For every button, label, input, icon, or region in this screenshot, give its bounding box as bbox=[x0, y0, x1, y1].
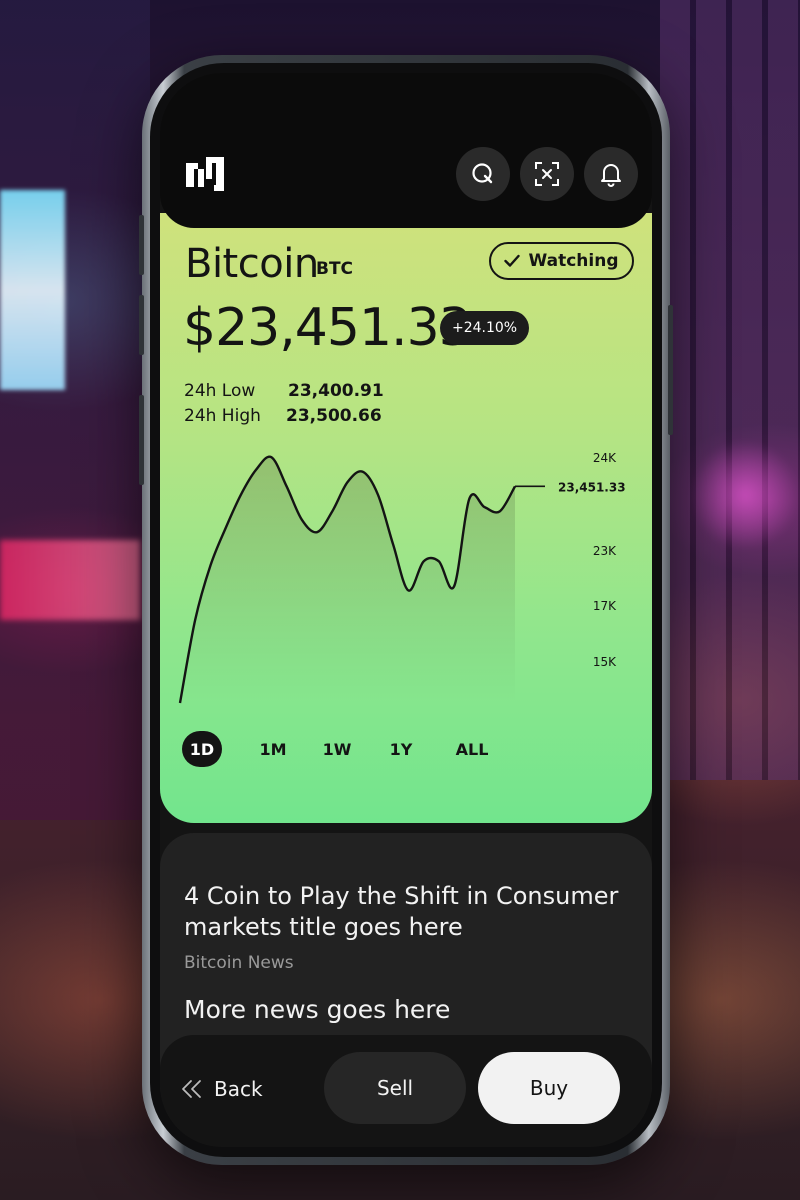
chart-area-fill bbox=[180, 456, 515, 703]
news-source: Bitcoin News bbox=[184, 953, 294, 973]
background-neon-sign bbox=[0, 540, 140, 620]
search-icon bbox=[472, 163, 493, 184]
buy-button[interactable]: Buy bbox=[478, 1052, 620, 1124]
time-range-selector: 1D 1M 1W 1Y ALL bbox=[182, 731, 492, 767]
watching-label: Watching bbox=[528, 251, 619, 271]
background-billboard bbox=[0, 190, 65, 390]
check-icon bbox=[504, 254, 521, 267]
range-tab-1y[interactable]: 1Y bbox=[388, 731, 414, 767]
watching-button[interactable]: Watching bbox=[489, 242, 634, 280]
news-headline[interactable]: 4 Coin to Play the Shift in Consumer mar… bbox=[184, 881, 624, 943]
range-tab-1w[interactable]: 1W bbox=[323, 731, 352, 767]
bell-icon bbox=[601, 164, 621, 187]
range-tab-all[interactable]: ALL bbox=[452, 731, 492, 767]
app-screen: Bitcoin BTC Watching $23,451.33 +24.10% … bbox=[160, 73, 652, 1147]
background-building-right bbox=[660, 0, 800, 780]
current-price-label: 23,451.33 bbox=[558, 480, 626, 494]
low-value: 23,400.91 bbox=[288, 381, 384, 401]
back-button[interactable]: Back bbox=[180, 1077, 263, 1101]
phone-frame: Bitcoin BTC Watching $23,451.33 +24.10% … bbox=[139, 55, 673, 1165]
coin-ticker: BTC bbox=[316, 259, 354, 279]
double-chevron-left-icon bbox=[182, 1080, 201, 1098]
y-tick-label: 17K bbox=[593, 599, 617, 613]
scan-icon bbox=[535, 162, 559, 186]
range-tab-1d[interactable]: 1D bbox=[182, 731, 222, 767]
side-button bbox=[139, 295, 144, 355]
background-building-left bbox=[0, 0, 150, 820]
y-tick-label: 15K bbox=[593, 655, 617, 669]
side-button bbox=[139, 395, 144, 485]
top-bar bbox=[160, 73, 652, 228]
scan-button[interactable] bbox=[520, 147, 574, 201]
low-label: 24h Low bbox=[184, 381, 256, 401]
side-button bbox=[139, 215, 144, 275]
y-tick-label: 23K bbox=[593, 544, 617, 558]
background-neon-glow bbox=[690, 440, 800, 550]
high-label: 24h High bbox=[184, 406, 261, 426]
y-tick-label: 24K bbox=[593, 451, 617, 465]
range-tab-1m[interactable]: 1M bbox=[259, 731, 286, 767]
app-logo-icon bbox=[186, 157, 224, 191]
back-label: Back bbox=[214, 1077, 263, 1101]
more-news-link[interactable]: More news goes here bbox=[184, 995, 450, 1024]
price-chart: 23,451.33 24K 23K 17K 15K bbox=[178, 451, 626, 704]
coin-price: $23,451.33 bbox=[183, 298, 472, 358]
power-button bbox=[668, 305, 673, 435]
high-value: 23,500.66 bbox=[286, 406, 382, 426]
search-button[interactable] bbox=[456, 147, 510, 201]
coin-name: Bitcoin bbox=[185, 241, 319, 287]
sell-button[interactable]: Sell bbox=[324, 1052, 466, 1124]
notifications-button[interactable] bbox=[584, 147, 638, 201]
price-change-badge: +24.10% bbox=[440, 311, 530, 345]
